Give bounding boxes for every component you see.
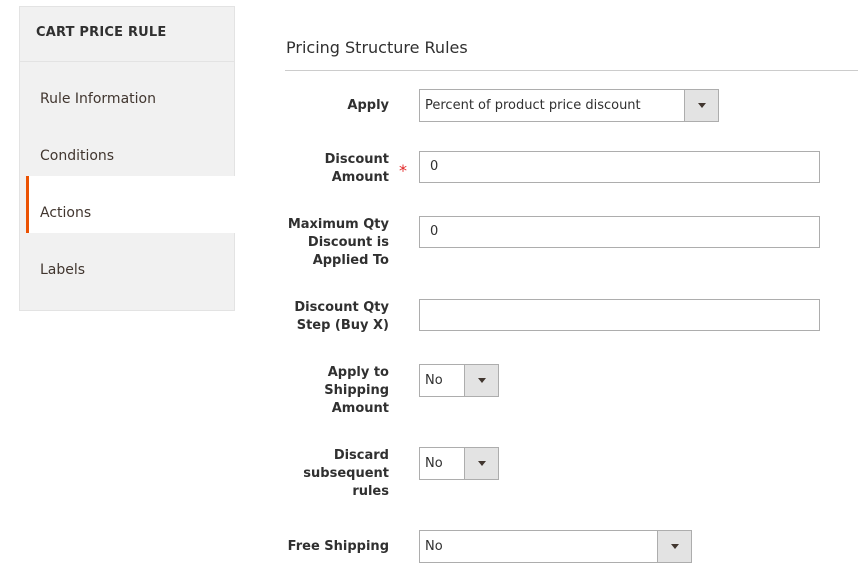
free-shipping-select[interactable]: No xyxy=(419,530,692,563)
chevron-down-icon xyxy=(464,448,498,479)
sidebar-title: CART PRICE RULE xyxy=(36,25,167,40)
apply-select[interactable]: Percent of product price discount xyxy=(419,89,719,122)
chevron-down-icon xyxy=(657,531,691,562)
sidebar-item-conditions[interactable]: Conditions xyxy=(20,119,234,176)
required-marker: * xyxy=(399,161,407,180)
section-divider xyxy=(285,70,858,71)
section-title: Pricing Structure Rules xyxy=(286,38,468,57)
apply-select-value: Percent of product price discount xyxy=(425,98,641,113)
discard-rules-select[interactable]: No xyxy=(419,447,499,480)
sidebar-item-labels[interactable]: Labels xyxy=(20,233,234,290)
max-qty-label: Maximum Qty Discount is Applied To xyxy=(287,217,389,268)
discard-rules-label: Discard subsequent rules xyxy=(303,448,389,499)
max-qty-input[interactable]: 0 xyxy=(419,216,820,248)
sidebar-item-rule-information[interactable]: Rule Information xyxy=(20,62,234,119)
discount-step-input[interactable] xyxy=(419,299,820,331)
sidebar: CART PRICE RULE Rule Information Conditi… xyxy=(19,6,235,311)
chevron-down-icon xyxy=(464,365,498,396)
sidebar-item-actions[interactable]: Actions xyxy=(26,176,235,233)
discount-amount-input[interactable]: 0 xyxy=(419,151,820,183)
free-shipping-value: No xyxy=(425,539,443,554)
apply-label: Apply xyxy=(347,98,389,113)
apply-shipping-select[interactable]: No xyxy=(419,364,499,397)
discount-amount-label: Discount Amount xyxy=(324,152,389,185)
discard-rules-value: No xyxy=(425,456,443,471)
chevron-down-icon xyxy=(684,90,718,121)
free-shipping-label: Free Shipping xyxy=(287,539,389,554)
apply-shipping-label: Apply to Shipping Amount xyxy=(324,365,389,416)
discount-step-label: Discount Qty Step (Buy X) xyxy=(294,300,389,333)
apply-shipping-value: No xyxy=(425,373,443,388)
